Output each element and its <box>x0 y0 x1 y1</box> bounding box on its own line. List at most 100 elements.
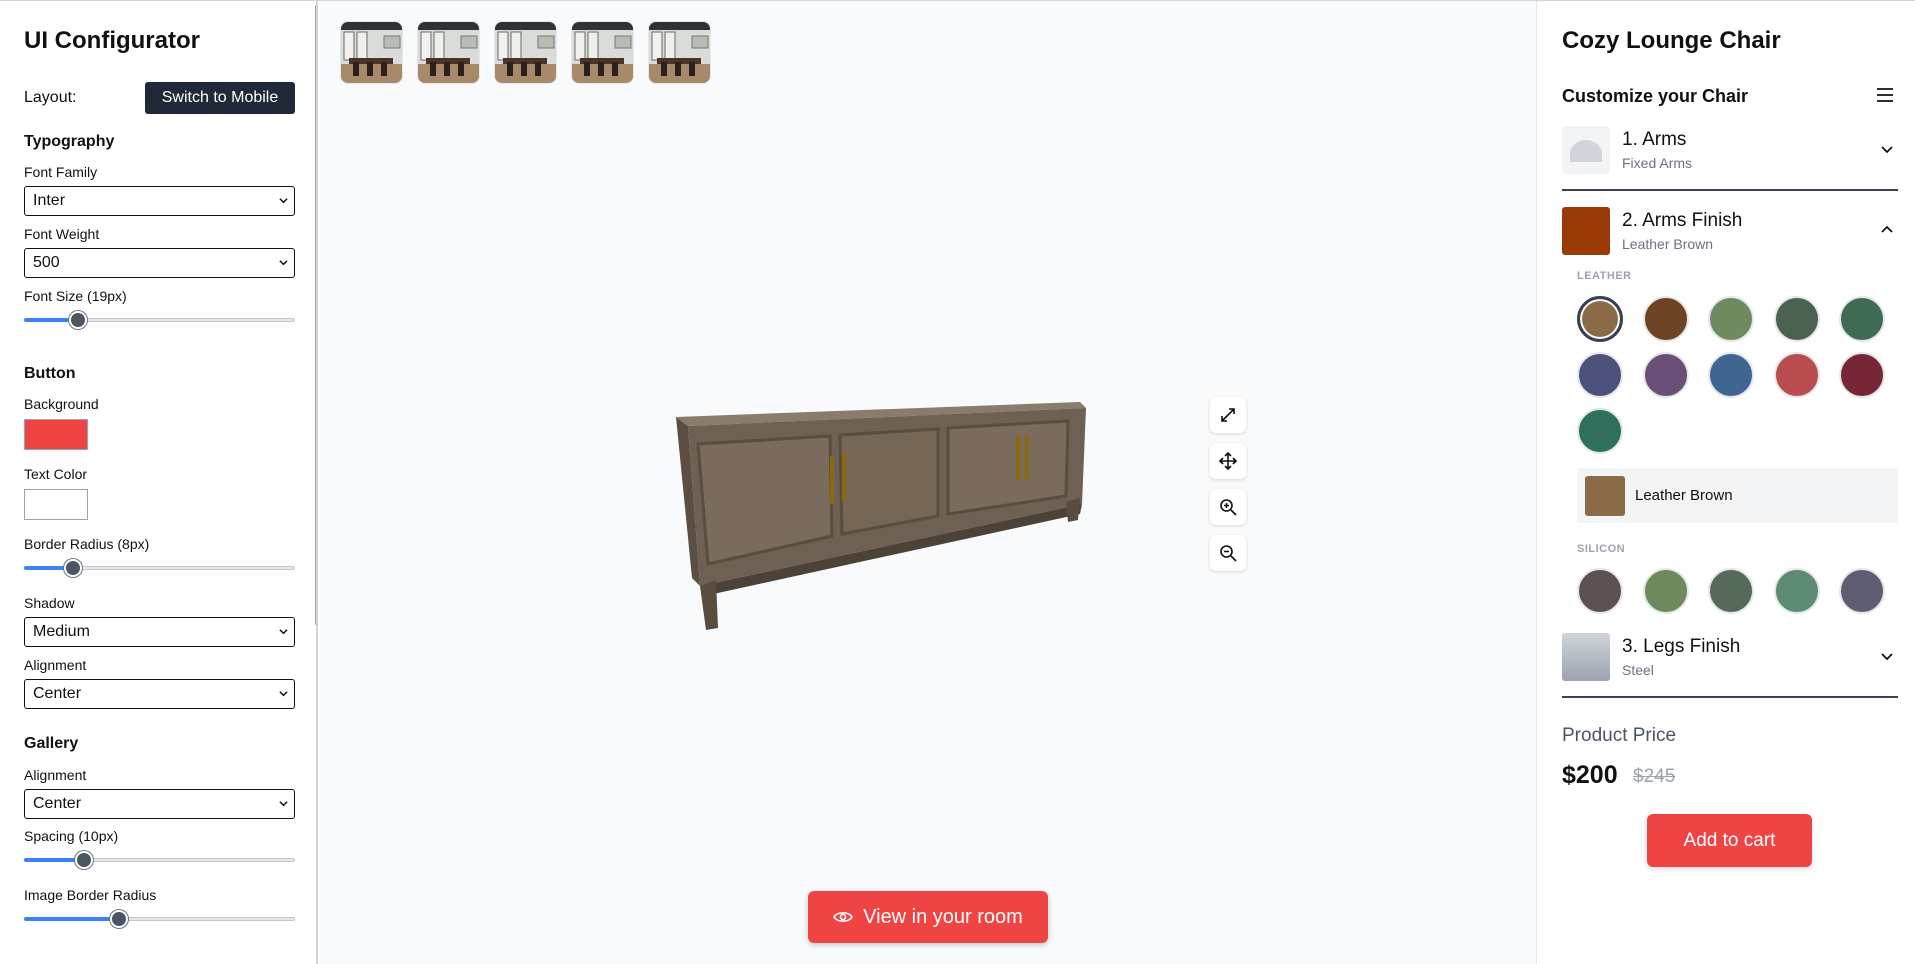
typography-heading: Typography <box>24 133 115 150</box>
arms-finish-swatch <box>1562 207 1610 255</box>
step-name: 1. Arms <box>1622 129 1687 150</box>
dining-room-image <box>495 22 556 83</box>
chevron-down-icon <box>1881 146 1893 154</box>
spacing-slider[interactable] <box>24 850 295 870</box>
leather-group-label: LEATHER <box>1577 270 1632 282</box>
selected-color-name: Leather Brown <box>1635 487 1733 504</box>
font-family-value: Inter <box>33 192 66 209</box>
gallery-alignment-value: Center <box>33 795 82 812</box>
color-swatch[interactable] <box>1708 352 1754 398</box>
gallery-thumbnails <box>340 21 711 84</box>
color-swatch[interactable] <box>1577 352 1623 398</box>
image-border-radius-slider[interactable] <box>24 909 295 929</box>
original-price: $245 <box>1633 766 1676 787</box>
color-swatch[interactable] <box>1773 568 1820 614</box>
eye-icon <box>833 912 854 922</box>
move-icon <box>1219 452 1237 470</box>
chevron-down-icon <box>279 691 288 697</box>
color-swatch[interactable] <box>1642 352 1689 398</box>
view-in-room-button[interactable]: View in your room <box>808 891 1048 943</box>
arm-shape-icon <box>1570 140 1602 162</box>
color-swatch[interactable] <box>1839 568 1885 614</box>
dining-room-image <box>572 22 633 83</box>
add-to-cart-button[interactable]: Add to cart <box>1647 814 1812 867</box>
slider-thumb[interactable] <box>69 311 88 329</box>
configurator-panel: UI Configurator Layout: Switch to Mobile… <box>0 1 318 964</box>
layout-label: Layout: <box>24 89 77 106</box>
color-swatch[interactable] <box>1773 352 1820 398</box>
gallery-alignment-select[interactable]: Center <box>24 789 295 819</box>
slider-fill <box>24 917 119 921</box>
step-value: Steel <box>1622 662 1654 678</box>
step-value: Fixed Arms <box>1622 155 1693 171</box>
slider-thumb[interactable] <box>74 851 93 869</box>
current-price: $200 <box>1562 761 1618 789</box>
font-weight-select[interactable]: 500 <box>24 248 295 278</box>
arms-thumbnail <box>1562 126 1610 174</box>
chevron-down-icon <box>279 629 288 635</box>
gallery-alignment-label: Alignment <box>24 767 87 783</box>
gallery-thumbnail[interactable] <box>340 21 403 84</box>
button-alignment-select[interactable]: Center <box>24 679 295 709</box>
font-weight-label: Font Weight <box>24 226 100 242</box>
color-swatch[interactable] <box>1577 408 1623 454</box>
text-color-picker[interactable] <box>24 489 88 520</box>
step-legs-finish[interactable]: 3. Legs Finish Steel <box>1562 633 1898 683</box>
zoom-out-icon <box>1220 545 1237 562</box>
slider-thumb[interactable] <box>63 559 82 577</box>
expand-icon <box>1221 408 1235 422</box>
silicon-group-label: SILICON <box>1577 543 1626 555</box>
gallery-thumbnail[interactable] <box>648 21 711 84</box>
product-title: Cozy Lounge Chair <box>1562 27 1781 54</box>
color-swatch[interactable] <box>1839 352 1885 398</box>
font-size-slider[interactable] <box>24 310 295 330</box>
view-in-room-label: View in your room <box>863 905 1023 928</box>
step-divider <box>1562 696 1898 698</box>
hamburger-menu-icon[interactable] <box>1876 87 1894 103</box>
color-swatch[interactable] <box>1642 296 1689 342</box>
zoom-in-button[interactable] <box>1210 489 1246 525</box>
configurator-scrollbar[interactable] <box>315 5 316 625</box>
button-alignment-label: Alignment <box>24 657 87 673</box>
zoom-out-button[interactable] <box>1210 535 1246 571</box>
step-arms-finish[interactable]: 2. Arms Finish Leather Brown <box>1562 207 1898 257</box>
shadow-select[interactable]: Medium <box>24 617 295 647</box>
slider-thumb[interactable] <box>109 910 128 928</box>
font-family-select[interactable]: Inter <box>24 186 295 216</box>
background-color-picker[interactable] <box>24 419 88 450</box>
product-viewer: View in your room <box>320 1 1536 964</box>
step-name: 3. Legs Finish <box>1622 636 1741 657</box>
border-radius-label: Border Radius (8px) <box>24 536 150 552</box>
dining-room-image <box>341 22 402 83</box>
sideboard-3d-model[interactable] <box>670 396 1090 636</box>
color-swatch[interactable] <box>1708 296 1754 342</box>
product-price-label: Product Price <box>1562 725 1677 746</box>
zoom-in-icon <box>1220 499 1237 516</box>
gallery-thumbnail[interactable] <box>571 21 634 84</box>
chevron-down-icon <box>1881 653 1893 661</box>
color-swatch[interactable] <box>1642 568 1689 614</box>
gallery-heading: Gallery <box>24 735 79 752</box>
border-radius-slider[interactable] <box>24 558 295 578</box>
gallery-thumbnail[interactable] <box>417 21 480 84</box>
switch-to-mobile-button[interactable]: Switch to Mobile <box>145 82 295 114</box>
color-swatch[interactable] <box>1577 568 1623 614</box>
button-heading: Button <box>24 365 76 382</box>
step-arms[interactable]: 1. Arms Fixed Arms <box>1562 126 1898 176</box>
customize-heading: Customize your Chair <box>1562 86 1749 106</box>
configurator-title: UI Configurator <box>24 27 200 54</box>
color-swatch[interactable] <box>1773 296 1820 342</box>
spacing-label: Spacing (10px) <box>24 828 119 844</box>
step-divider <box>1562 189 1898 191</box>
move-button[interactable] <box>1210 443 1246 479</box>
button-alignment-value: Center <box>33 685 82 702</box>
color-swatch[interactable] <box>1577 296 1623 342</box>
gallery-thumbnail[interactable] <box>494 21 557 84</box>
color-swatch[interactable] <box>1839 296 1885 342</box>
color-swatch[interactable] <box>1708 568 1754 614</box>
dining-room-image <box>649 22 710 83</box>
chevron-down-icon <box>279 198 288 204</box>
shadow-label: Shadow <box>24 595 75 611</box>
legs-finish-swatch <box>1562 633 1610 681</box>
fullscreen-button[interactable] <box>1210 397 1246 433</box>
